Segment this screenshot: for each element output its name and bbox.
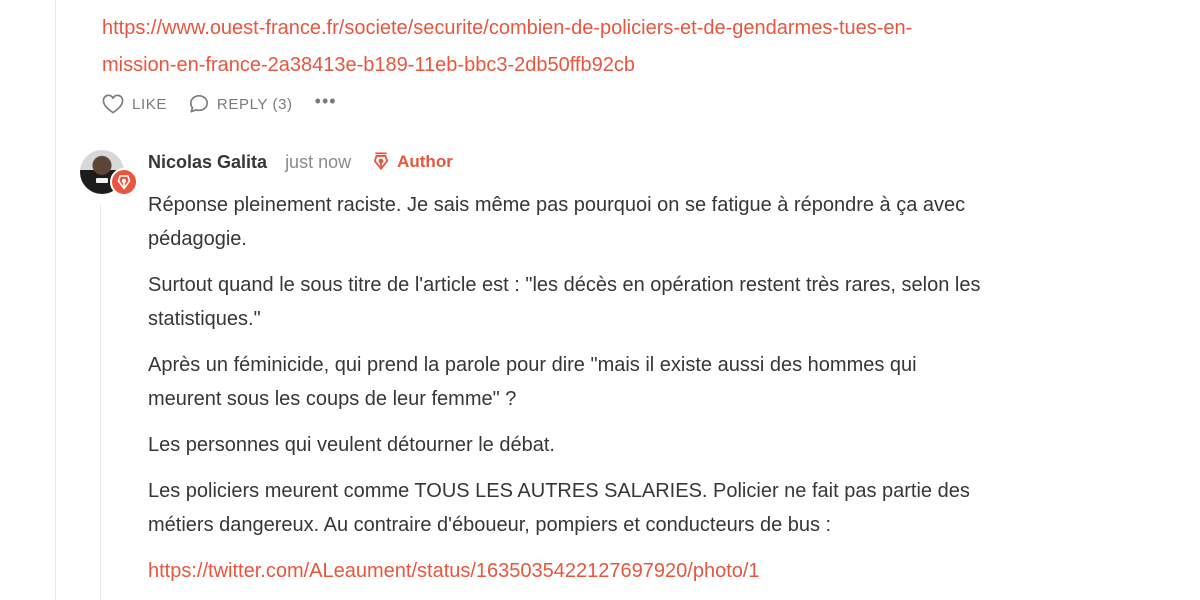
comment-body: Réponse pleinement raciste. Je sais même…	[148, 188, 1108, 588]
reply-thread-line	[100, 205, 101, 600]
article-link-line-2: mission-en-france-2a38413e-b189-11eb-bbc…	[102, 54, 635, 76]
twitter-link[interactable]: https://twitter.com/ALeaument/status/163…	[148, 560, 760, 582]
comment-paragraph: Surtout quand le sous titre de l'article…	[148, 268, 1108, 336]
paragraph-line: Surtout quand le sous titre de l'article…	[148, 274, 981, 296]
author-tag-label: Author	[397, 151, 453, 171]
comment-paragraph: Les personnes qui veulent détourner le d…	[148, 428, 1108, 462]
paragraph-line: Réponse pleinement raciste. Je sais même…	[148, 194, 966, 216]
heart-icon	[102, 94, 124, 114]
speech-bubble-icon	[189, 94, 209, 114]
paragraph-line: pédagogie.	[148, 228, 247, 250]
author-tag: Author	[373, 150, 453, 173]
avatar-container[interactable]	[80, 150, 140, 198]
comment-timestamp[interactable]: just now	[285, 152, 351, 173]
comment-paragraph: Réponse pleinement raciste. Je sais même…	[148, 188, 1108, 256]
like-button[interactable]: LIKE	[102, 94, 167, 114]
comment-actions: LIKE REPLY (3) •••	[102, 92, 337, 116]
comment-paragraph: Les policiers meurent comme TOUS LES AUT…	[148, 474, 1108, 542]
article-link[interactable]: https://www.ouest-france.fr/societe/secu…	[102, 10, 1062, 84]
more-options-button[interactable]: •••	[315, 92, 337, 110]
reply-label: REPLY (3)	[216, 95, 293, 113]
paragraph-line: métiers dangereux. Au contraire d'éboueu…	[148, 514, 832, 536]
paragraph-line: Après un féminicide, qui prend la parole…	[148, 354, 917, 376]
like-label: LIKE	[132, 95, 167, 113]
author-name[interactable]: Nicolas Galita	[148, 152, 267, 173]
paragraph-line: meurent sous les coups de leur femme" ?	[148, 388, 517, 410]
fountain-pen-icon	[373, 150, 389, 173]
comment-header: Nicolas Galita just now Author	[148, 150, 453, 178]
paragraph-line: statistiques."	[148, 308, 261, 330]
article-link-line-1: https://www.ouest-france.fr/societe/secu…	[102, 17, 913, 39]
comment-paragraph: Après un féminicide, qui prend la parole…	[148, 348, 1108, 416]
author-badge-icon	[110, 168, 138, 196]
ellipsis-icon: •••	[314, 91, 337, 111]
paragraph-line: Les policiers meurent comme TOUS LES AUT…	[148, 480, 970, 502]
paragraph-line: Les personnes qui veulent détourner le d…	[148, 434, 555, 456]
thread-line	[55, 0, 56, 600]
reply-button[interactable]: REPLY (3)	[189, 94, 293, 114]
